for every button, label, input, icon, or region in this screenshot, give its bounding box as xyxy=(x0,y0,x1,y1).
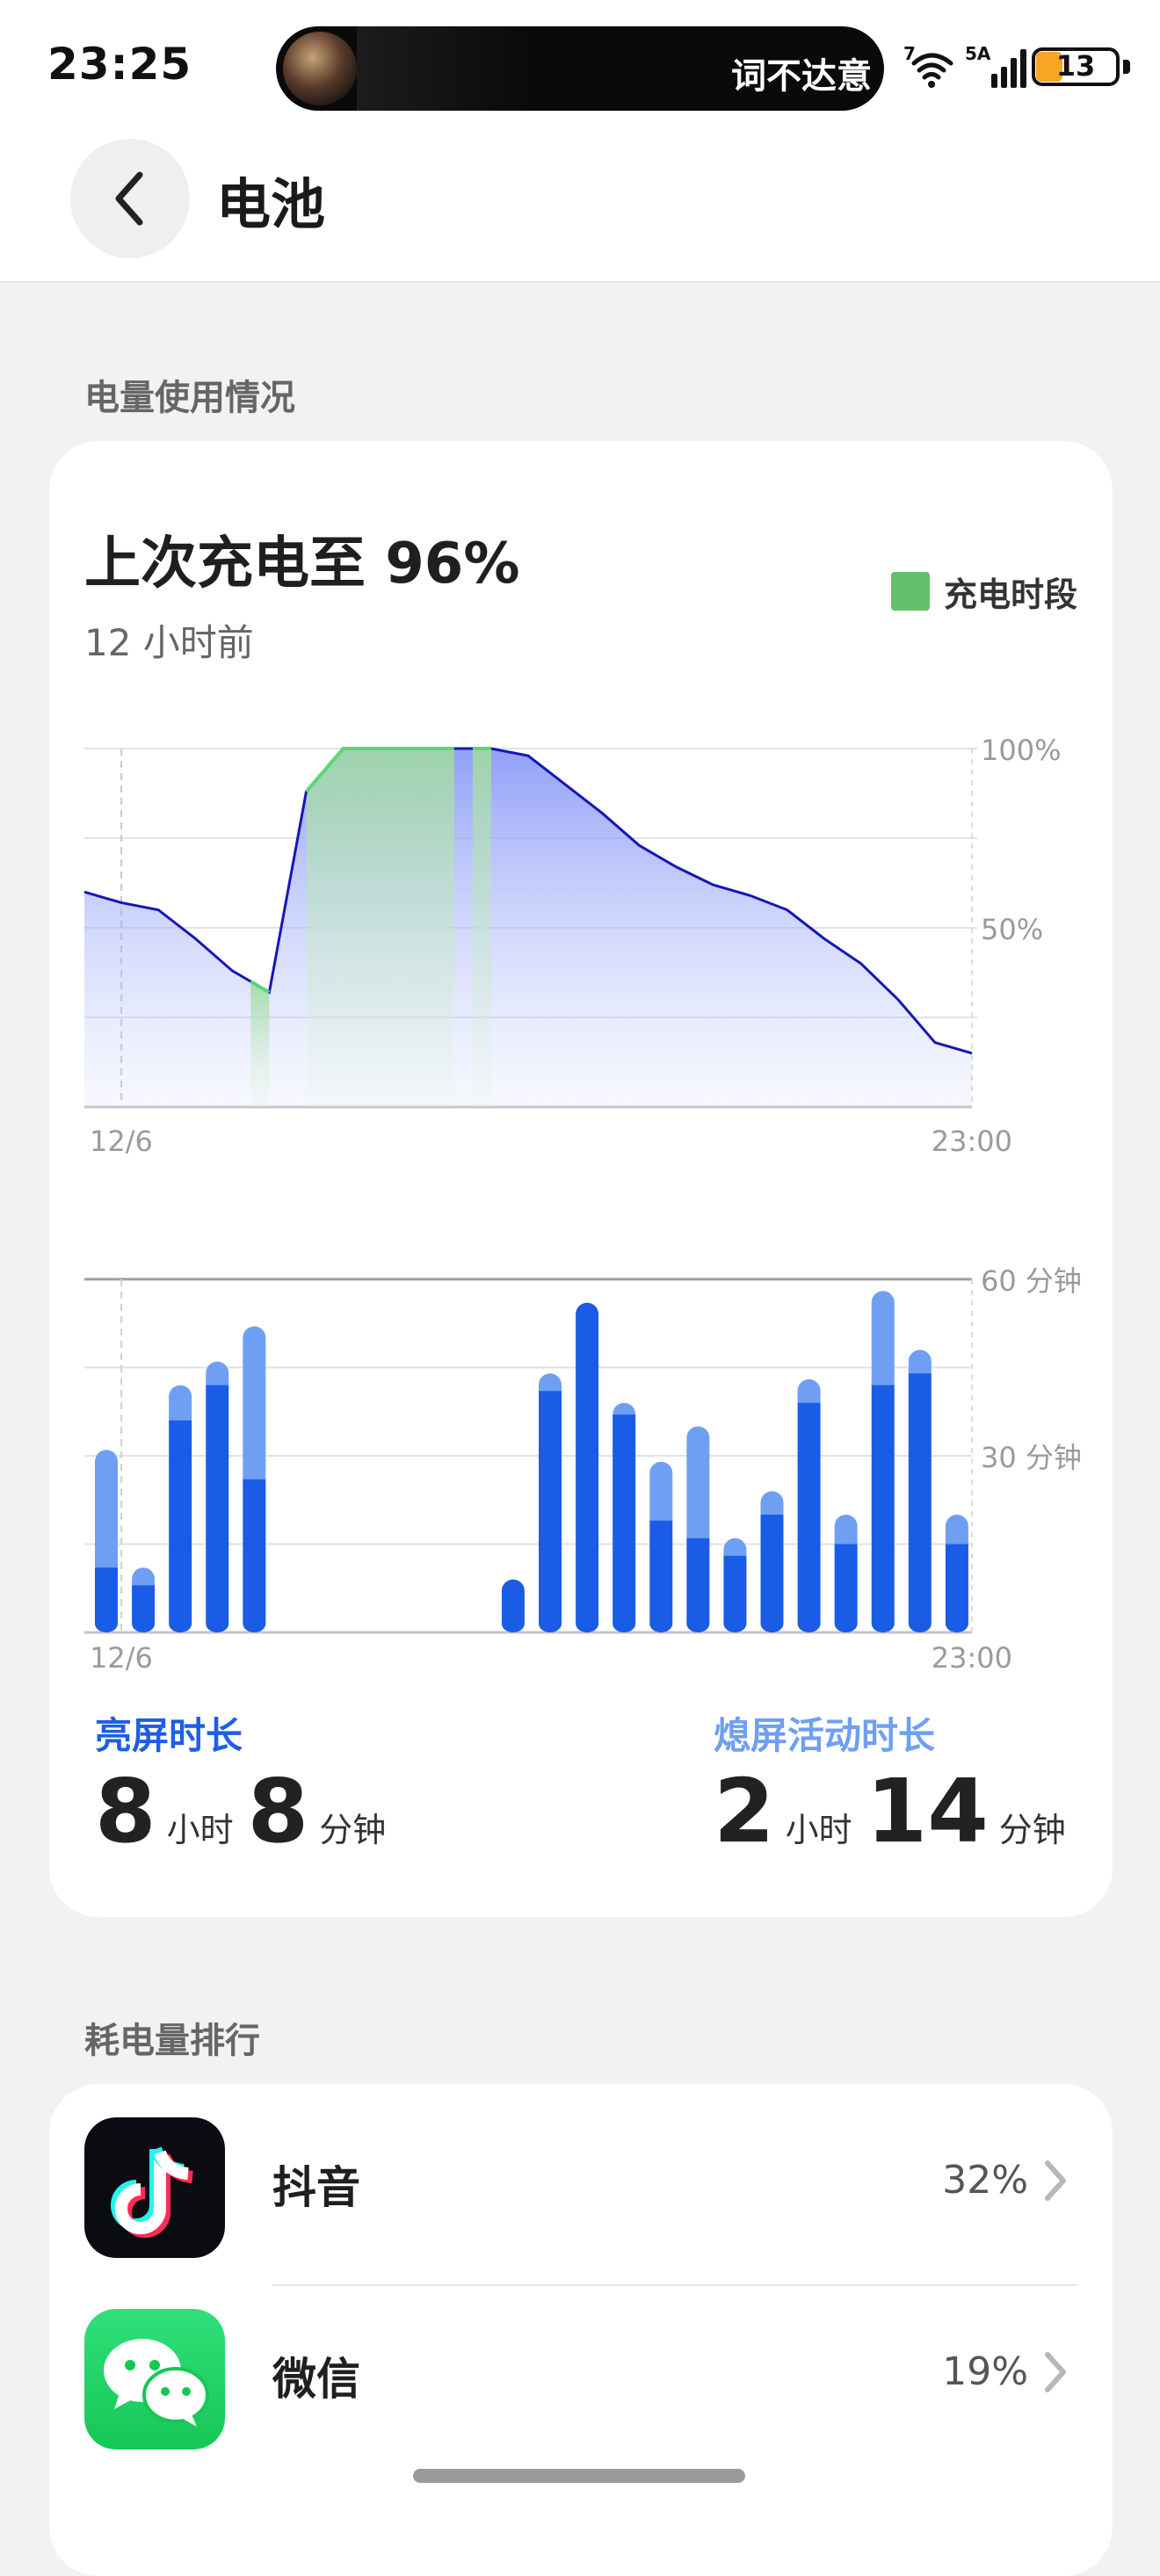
minute-unit: 分钟 xyxy=(998,1811,1066,1849)
chevron-right-icon xyxy=(1045,2352,1066,2392)
bar-screen-off xyxy=(95,1450,118,1580)
usage-section-title: 电量使用情况 xyxy=(84,378,295,418)
ranking-card: 抖音 32% 微信 19% xyxy=(49,2084,1113,2576)
cell-badge: 5A xyxy=(965,44,991,64)
status-bar: 23:25 词不达意 7 5A 13 xyxy=(0,0,1160,132)
bar-screen-off xyxy=(243,1326,266,1491)
douyin-icon xyxy=(84,2117,225,2258)
x-tick-label: 12/6 xyxy=(90,1641,153,1675)
screen-on-minutes: 8 xyxy=(247,1760,309,1863)
bar-screen-on xyxy=(871,1385,895,1632)
bar-screen-on xyxy=(576,1302,599,1632)
screen-on-duration: 8 小时 8 分钟 xyxy=(95,1759,400,1864)
hour-unit: 小时 xyxy=(166,1811,234,1849)
screen-time-chart[interactable]: 60 分钟 30 分钟 12/6 23:00 xyxy=(49,441,1113,1689)
minute-unit: 分钟 xyxy=(319,1811,387,1849)
back-button[interactable] xyxy=(70,139,190,258)
bar-screen-on xyxy=(834,1544,858,1632)
bar-screen-on xyxy=(206,1385,229,1632)
screen-on-hours: 8 xyxy=(95,1760,156,1863)
screen-off-duration: 2 小时 14 分钟 xyxy=(714,1759,1080,1864)
bar-screen-on xyxy=(797,1402,821,1632)
hour-unit: 小时 xyxy=(785,1811,852,1849)
ranking-section-title: 耗电量排行 xyxy=(84,2021,260,2061)
system-icons: 7 5A 13 xyxy=(902,44,1139,93)
wechat-icon xyxy=(84,2309,225,2449)
bar-screen-on xyxy=(723,1555,747,1632)
bar-screen-on xyxy=(649,1520,673,1632)
battery-icon: 13 xyxy=(1032,47,1135,88)
album-art-icon xyxy=(283,32,357,105)
usage-card: 上次充电至 96% 12 小时前 充电时段 100% 50% 12/6 23:00 6… xyxy=(49,441,1113,1917)
cell-signal-icon: 5A xyxy=(965,44,1026,88)
bar-screen-on xyxy=(132,1585,156,1632)
x-tick-label: 23:00 xyxy=(932,1641,1012,1675)
chevron-left-icon xyxy=(115,171,143,226)
screen-off-minutes: 14 xyxy=(866,1760,989,1863)
page-title: 电池 xyxy=(216,172,326,236)
now-playing-title: 词不达意 xyxy=(731,56,872,97)
bar-screen-on xyxy=(501,1579,525,1632)
bar-screen-on xyxy=(539,1391,562,1632)
now-playing-island[interactable]: 词不达意 xyxy=(276,26,884,111)
island-fade xyxy=(357,26,533,111)
status-time: 23:25 xyxy=(47,39,192,90)
screen-off-hours: 2 xyxy=(714,1760,775,1863)
chevron-right-icon xyxy=(1045,2160,1066,2201)
bar-screen-on xyxy=(760,1515,784,1632)
wifi-icon: 7 xyxy=(903,44,953,88)
app-row-douyin[interactable]: 抖音 32% xyxy=(49,2084,1113,2276)
app-row-wechat[interactable]: 微信 19% xyxy=(49,2276,1113,2467)
bar-screen-on xyxy=(686,1538,710,1632)
y-tick-label: 60 分钟 xyxy=(981,1264,1082,1298)
app-percent: 19% xyxy=(942,2349,1028,2394)
bar-screen-on xyxy=(908,1373,932,1632)
battery-level: 13 xyxy=(1055,49,1096,83)
page-header: 电池 xyxy=(0,132,1160,283)
home-indicator[interactable] xyxy=(413,2469,745,2483)
app-percent: 32% xyxy=(942,2158,1028,2203)
bar-screen-on xyxy=(613,1415,636,1632)
bar-screen-off xyxy=(871,1291,895,1397)
bar-screen-on xyxy=(95,1567,118,1632)
bar-screen-on xyxy=(945,1544,968,1632)
bar-screen-on xyxy=(243,1479,266,1632)
app-name: 抖音 xyxy=(272,2162,360,2213)
app-name: 微信 xyxy=(272,2354,360,2405)
bar-screen-off xyxy=(686,1426,710,1550)
screen-off-label: 熄屏活动时长 xyxy=(714,1714,936,1757)
screen-on-label: 亮屏时长 xyxy=(95,1714,243,1757)
y-tick-label: 30 分钟 xyxy=(981,1441,1082,1474)
bar-screen-on xyxy=(169,1420,192,1632)
